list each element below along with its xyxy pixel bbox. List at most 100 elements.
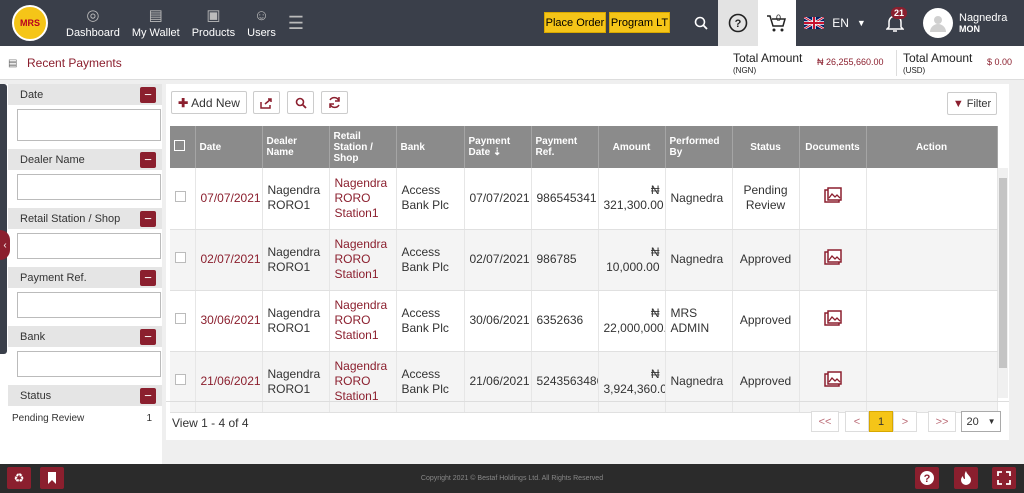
menu-icon[interactable]: ☰ xyxy=(288,13,304,34)
station-link[interactable]: Nagendra RORO Station1 xyxy=(329,351,397,413)
nav-my-wallet[interactable]: ▤ My Wallet xyxy=(126,0,186,46)
select-all-checkbox[interactable] xyxy=(170,126,196,168)
station-link[interactable]: Nagendra RORO Station1 xyxy=(329,290,397,352)
date-field[interactable] xyxy=(17,109,161,141)
column-header[interactable]: Bank xyxy=(396,126,465,168)
nav-label: Users xyxy=(247,27,276,39)
nav-users[interactable]: ☺ Users xyxy=(241,0,282,46)
bookmark-icon[interactable] xyxy=(40,467,64,489)
filter-dealer-header[interactable]: Dealer Name − xyxy=(8,149,162,170)
filter-payref-header[interactable]: Payment Ref. − xyxy=(8,267,162,288)
table-row[interactable]: 30/06/2021 Nagendra RORO1 Nagendra RORO St… xyxy=(170,290,998,352)
retail-station-field[interactable] xyxy=(17,233,161,259)
date-link[interactable]: 21/06/2021 xyxy=(195,351,263,413)
export-icon[interactable] xyxy=(253,91,280,114)
collapse-icon[interactable]: − xyxy=(140,210,156,227)
table-row[interactable]: 21/06/2021 Nagendra RORO1 Nagendra RORO St… xyxy=(170,351,998,413)
table-scrollbar[interactable] xyxy=(998,168,1008,398)
date-link[interactable]: 30/06/2021 xyxy=(195,290,263,352)
place-order-button[interactable]: Place Order xyxy=(544,12,606,33)
station-link[interactable]: Nagendra RORO Station1 xyxy=(329,229,397,291)
collapse-icon[interactable]: − xyxy=(140,151,156,168)
page-size-select[interactable]: 20 ▼ xyxy=(961,411,1001,432)
filter-bank-header[interactable]: Bank − xyxy=(8,326,162,347)
action-cell xyxy=(866,229,998,291)
last-page-button[interactable]: >> xyxy=(928,411,956,432)
documents-icon[interactable] xyxy=(799,290,867,352)
nav-label: My Wallet xyxy=(131,27,180,39)
column-header[interactable]: Retail Station / Shop xyxy=(329,126,397,168)
payment-ref-cell: 986785 xyxy=(531,229,599,291)
column-header[interactable]: Status xyxy=(732,126,800,168)
notifications-button[interactable]: 21 xyxy=(878,0,912,46)
language-select[interactable]: EN ▼ xyxy=(800,0,870,46)
column-header[interactable]: Action xyxy=(866,126,998,168)
collapse-icon[interactable]: − xyxy=(140,387,156,404)
logo[interactable]: MRS xyxy=(0,0,60,46)
column-header[interactable]: Payment Ref. xyxy=(531,126,599,168)
documents-icon[interactable] xyxy=(799,351,867,413)
search-icon[interactable] xyxy=(684,0,718,46)
recycle-icon[interactable]: ♻ xyxy=(7,467,31,489)
nav-products[interactable]: ▣ Products xyxy=(186,0,241,46)
action-cell xyxy=(866,351,998,413)
row-checkbox[interactable] xyxy=(170,229,196,291)
column-header[interactable]: Performed By xyxy=(665,126,733,168)
status-option[interactable]: Pending Review 1 xyxy=(8,406,162,424)
bank-cell: Access Bank Plc xyxy=(396,290,465,352)
panel-scrollbar[interactable] xyxy=(0,84,7,354)
column-header[interactable]: Documents xyxy=(799,126,867,168)
filter-button[interactable]: ▼ Filter xyxy=(947,92,997,115)
date-link[interactable]: 02/07/2021 xyxy=(195,229,263,291)
scrollbar-thumb[interactable] xyxy=(999,178,1007,368)
current-page[interactable]: 1 xyxy=(869,411,893,432)
documents-icon[interactable] xyxy=(799,168,867,230)
station-link[interactable]: Nagendra RORO Station1 xyxy=(329,168,397,230)
column-header[interactable]: Payment Date ⇣ xyxy=(464,126,532,168)
chevron-down-icon: ▼ xyxy=(987,417,996,426)
filter-retail-header[interactable]: Retail Station / Shop − xyxy=(8,208,162,229)
column-header[interactable]: Amount xyxy=(598,126,666,168)
help-icon[interactable]: ? xyxy=(718,0,758,46)
fullscreen-icon[interactable] xyxy=(992,467,1016,489)
column-header[interactable]: Date xyxy=(195,126,263,168)
prev-page-button[interactable]: < xyxy=(845,411,869,432)
user-menu[interactable]: Nagnedra MON xyxy=(918,0,1024,46)
program-button[interactable]: Program LT xyxy=(609,12,670,33)
collapse-icon[interactable]: − xyxy=(140,269,156,286)
top-nav: MRS ◎ Dashboard ▤ My Wallet ▣ Products ☺ Use… xyxy=(0,0,1024,46)
next-page-button[interactable]: > xyxy=(893,411,917,432)
collapse-icon[interactable]: − xyxy=(140,328,156,345)
search-icon[interactable] xyxy=(287,91,314,114)
nav-dashboard[interactable]: ◎ Dashboard xyxy=(60,0,126,46)
documents-icon[interactable] xyxy=(799,229,867,291)
refresh-icon[interactable] xyxy=(321,91,348,114)
table-row[interactable]: 07/07/2021 Nagendra RORO1 Nagendra RORO St… xyxy=(170,168,998,230)
row-checkbox[interactable] xyxy=(170,351,196,413)
filter-date-header[interactable]: Date − xyxy=(8,84,162,105)
dealer-cell: Nagendra RORO1 xyxy=(262,351,330,413)
first-page-button[interactable]: << xyxy=(811,411,839,432)
bank-cell: Access Bank Plc xyxy=(396,229,465,291)
card-icon: ▤ xyxy=(8,58,18,69)
bank-field[interactable] xyxy=(17,351,161,377)
amount-cell: ₦ 3,924,360.00 xyxy=(598,351,666,413)
bank-cell: Access Bank Plc xyxy=(396,351,465,413)
row-checkbox[interactable] xyxy=(170,168,196,230)
row-checkbox[interactable] xyxy=(170,290,196,352)
dealer-name-field[interactable] xyxy=(17,174,161,200)
date-link[interactable]: 07/07/2021 xyxy=(195,168,263,230)
help-icon[interactable]: ? xyxy=(915,467,939,489)
add-new-button[interactable]: ✚ Add New xyxy=(171,91,247,114)
footer: Copyright 2021 © Bestaf Holdings Ltd. Al… xyxy=(0,464,1024,493)
fire-icon[interactable] xyxy=(954,467,978,489)
payment-ref-field[interactable] xyxy=(17,292,161,318)
filter-status-header[interactable]: Status − xyxy=(8,385,162,406)
payment-ref-cell: 6352636 xyxy=(531,290,599,352)
column-header[interactable]: Dealer Name xyxy=(262,126,330,168)
table-row[interactable]: 02/07/2021 Nagendra RORO1 Nagendra RORO St… xyxy=(170,229,998,291)
chevron-down-icon: ▼ xyxy=(856,18,866,28)
cart-icon[interactable]: 0 xyxy=(758,0,796,46)
cart-count: 0 xyxy=(776,13,782,23)
collapse-icon[interactable]: − xyxy=(140,86,156,103)
